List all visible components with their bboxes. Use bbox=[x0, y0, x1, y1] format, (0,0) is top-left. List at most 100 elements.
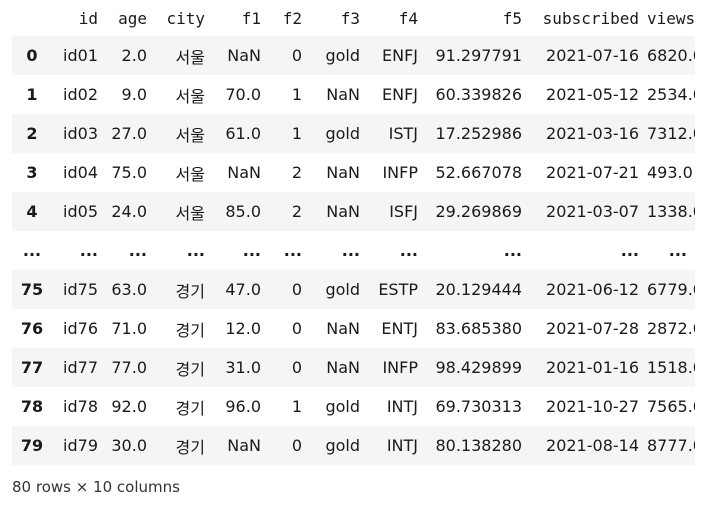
cell-subscribed: ... bbox=[620, 241, 639, 260]
cell-f1: 70.0 bbox=[225, 85, 261, 104]
cell-f3: gold bbox=[325, 397, 360, 416]
cell-f3: NaN bbox=[326, 85, 360, 104]
cell-f2: 0 bbox=[291, 436, 302, 455]
cell-f1: 12.0 bbox=[225, 319, 261, 338]
cell-id: id02 bbox=[63, 85, 98, 104]
dataframe-table: id age city f1 f2 f3 f4 f5 subscribed vi… bbox=[12, 0, 695, 465]
cell-age: 77.0 bbox=[111, 358, 147, 377]
table-row: 76 id76 71.0 경기 12.0 0 NaN ENTJ 83.685380 2021-07… bbox=[12, 309, 695, 348]
cell-f5: 91.297791 bbox=[435, 46, 522, 65]
row-index: 3 bbox=[26, 163, 38, 182]
cell-f2: 2 bbox=[291, 202, 302, 221]
cell-f4: INTJ bbox=[386, 397, 418, 416]
cell-id: id03 bbox=[63, 124, 98, 143]
cell-f5: 83.685380 bbox=[435, 319, 522, 338]
table-row: 0 id01 2.0 서울 NaN 0 gold ENFJ 91.297791 2021-07-1… bbox=[12, 36, 695, 75]
cell-views: 493.0 bbox=[647, 163, 693, 182]
cell-f1: 31.0 bbox=[225, 358, 261, 377]
cell-age: 71.0 bbox=[111, 319, 147, 338]
cell-age: ... bbox=[128, 241, 147, 260]
cell-f4: INFP bbox=[382, 163, 418, 182]
ellipsis-row: ................................. bbox=[12, 231, 695, 270]
cell-f2: 1 bbox=[291, 85, 302, 104]
cell-f5: 80.138280 bbox=[435, 436, 522, 455]
cell-age: 63.0 bbox=[111, 280, 147, 299]
cell-age: 30.0 bbox=[111, 436, 147, 455]
cell-f4: ENFJ bbox=[382, 46, 418, 65]
cell-id: id04 bbox=[63, 163, 98, 182]
cell-f5: 98.429899 bbox=[435, 358, 522, 377]
cell-f1: 61.0 bbox=[225, 124, 261, 143]
header-age: age bbox=[118, 8, 147, 28]
cell-city: 서울 bbox=[175, 47, 205, 67]
cell-subscribed: 2021-08-14 bbox=[546, 436, 639, 455]
cell-f4: ISFJ bbox=[389, 202, 418, 221]
cell-subscribed: 2021-07-16 bbox=[546, 46, 639, 65]
header-f3: f3 bbox=[340, 8, 360, 28]
cell-subscribed: 2021-10-27 bbox=[546, 397, 639, 416]
cell-f1: NaN bbox=[227, 436, 261, 455]
cell-f4: ENTJ bbox=[381, 319, 418, 338]
cell-f3: NaN bbox=[326, 163, 360, 182]
cell-f4: INFP bbox=[382, 358, 418, 377]
cell-id: id77 bbox=[63, 358, 98, 377]
cell-city: 서울 bbox=[175, 86, 205, 106]
cell-f3: gold bbox=[325, 280, 360, 299]
table-row: 77 id77 77.0 경기 31.0 0 NaN INFP 98.429899 2021-01… bbox=[12, 348, 695, 387]
cell-f2: 0 bbox=[291, 280, 302, 299]
header-row: id age city f1 f2 f3 f4 f5 subscribed vi… bbox=[12, 0, 695, 36]
header-f1: f1 bbox=[241, 8, 261, 28]
row-index: 4 bbox=[26, 202, 38, 221]
cell-id: id78 bbox=[63, 397, 98, 416]
cell-f4: ... bbox=[399, 241, 418, 260]
table-row: 4 id05 24.0 서울 85.0 2 NaN ISFJ 29.269869 2021-03-… bbox=[12, 192, 695, 231]
row-index: 1 bbox=[26, 85, 38, 104]
cell-f4: ESTP bbox=[378, 280, 418, 299]
cell-f3: gold bbox=[325, 436, 360, 455]
cell-f5: 29.269869 bbox=[435, 202, 522, 221]
table-row: 75 id75 63.0 경기 47.0 0 gold ESTP 20.129444 2021-0… bbox=[12, 270, 695, 309]
cell-f2: 0 bbox=[291, 358, 302, 377]
cell-f4: ENFJ bbox=[382, 85, 418, 104]
cell-age: 24.0 bbox=[111, 202, 147, 221]
cell-subscribed: 2021-01-16 bbox=[546, 358, 639, 377]
cell-f3: ... bbox=[341, 241, 360, 260]
cell-f5: 52.667078 bbox=[435, 163, 522, 182]
cell-f5: 17.252986 bbox=[435, 124, 522, 143]
row-count-footer: 80 rows × 10 columns bbox=[12, 478, 180, 496]
cell-subscribed: 2021-07-28 bbox=[546, 319, 639, 338]
cell-f3: gold bbox=[325, 124, 360, 143]
header-f5: f5 bbox=[502, 8, 522, 28]
cell-f2: 2 bbox=[291, 163, 302, 182]
cell-f5: ... bbox=[503, 241, 522, 260]
cell-f1: 85.0 bbox=[225, 202, 261, 221]
cell-id: id76 bbox=[63, 319, 98, 338]
cell-id: id79 bbox=[63, 436, 98, 455]
cell-f4: INTJ bbox=[386, 436, 418, 455]
cell-city: 경기 bbox=[175, 359, 205, 379]
cell-f4: ISTJ bbox=[388, 124, 418, 143]
header-f2: f2 bbox=[282, 8, 302, 28]
header-f4: f4 bbox=[398, 8, 418, 28]
cell-views: 6820.0 bbox=[647, 46, 695, 65]
row-index: 79 bbox=[20, 436, 44, 455]
table-row: 78 id78 92.0 경기 96.0 1 gold INTJ 69.730313 2021-1… bbox=[12, 387, 695, 426]
cell-f2: 1 bbox=[291, 124, 302, 143]
cell-city: 서울 bbox=[175, 125, 205, 145]
cell-views: 6779.0 bbox=[647, 280, 695, 299]
cell-f2: ... bbox=[283, 241, 302, 260]
cell-subscribed: 2021-06-12 bbox=[546, 280, 639, 299]
cell-views: 2534.0 bbox=[647, 85, 695, 104]
row-index: 78 bbox=[20, 397, 44, 416]
cell-f1: 47.0 bbox=[225, 280, 261, 299]
cell-f5: 60.339826 bbox=[435, 85, 522, 104]
dataframe-output: id age city f1 f2 f3 f4 f5 subscribed vi… bbox=[12, 0, 695, 465]
header-views: views bbox=[647, 8, 695, 28]
cell-age: 27.0 bbox=[111, 124, 147, 143]
row-index: 75 bbox=[20, 280, 44, 299]
cell-f5: 20.129444 bbox=[435, 280, 522, 299]
cell-views: ... bbox=[668, 241, 687, 260]
row-index: 0 bbox=[26, 46, 38, 65]
cell-city: 서울 bbox=[175, 203, 205, 223]
cell-city: 서울 bbox=[175, 164, 205, 184]
